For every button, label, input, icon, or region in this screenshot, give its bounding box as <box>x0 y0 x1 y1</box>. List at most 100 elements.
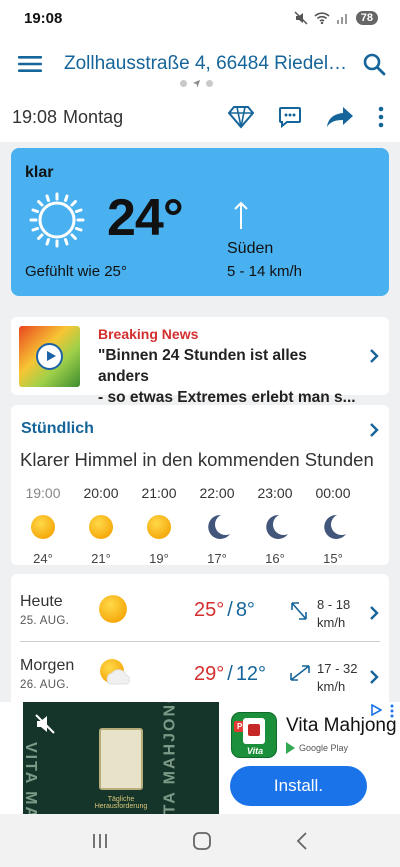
hour-temperature: 17° <box>207 551 227 566</box>
hour-temperature: 16° <box>265 551 285 566</box>
breaking-news-card[interactable]: Breaking News "Binnen 24 Stunden ist all… <box>11 317 389 406</box>
ad-video-side-text: VITA MAHJONG <box>161 702 179 814</box>
moon-icon <box>324 514 346 539</box>
chevron-right-icon[interactable] <box>369 669 379 685</box>
day-date: 26. AUG. <box>20 679 70 691</box>
sun-cloud-icon <box>100 659 130 685</box>
mute-icon[interactable] <box>35 714 57 734</box>
current-condition: klar <box>25 164 54 181</box>
hourly-list: 19:00 24° 20:00 21° 21:00 19° 22:00 17° … <box>11 485 389 566</box>
mute-status-icon <box>294 11 308 25</box>
news-video-thumbnail[interactable] <box>19 326 80 387</box>
hour-item[interactable]: 19:00 24° <box>14 485 72 566</box>
wind-direction: Süden <box>227 240 274 257</box>
moon-icon <box>266 514 288 539</box>
back-icon[interactable] <box>295 831 309 851</box>
hour-item[interactable]: 21:00 19° <box>130 485 188 566</box>
hour-time: 21:00 <box>141 485 177 501</box>
day-name: Morgen <box>20 657 75 674</box>
recent-apps-icon[interactable] <box>91 832 109 850</box>
location-arrow-icon <box>192 79 201 88</box>
page-dot-icon <box>206 80 213 87</box>
mahjong-tile-icon <box>243 718 265 744</box>
ad-app-icon[interactable]: PRO Vita <box>231 712 277 758</box>
hourly-forecast-card[interactable]: Stündlich Klarer Himmel in den kommenden… <box>11 405 389 566</box>
signal-status-icon <box>336 14 347 24</box>
hour-item[interactable]: 00:00 15° <box>304 485 362 566</box>
sun-icon <box>147 515 171 539</box>
hourly-summary: Klarer Himmel in den kommenden Stunden <box>20 449 374 470</box>
location-page-indicator <box>180 79 213 88</box>
ad-app-info[interactable]: PRO Vita Vita Mahjong Google Play Instal… <box>229 702 400 814</box>
daily-row-tomorrow[interactable]: Morgen 26. AUG. 29°/12° 17 - 32 km/h <box>11 652 389 706</box>
adchoices-icon[interactable] <box>370 704 382 716</box>
system-navigation-bar <box>0 814 400 867</box>
moon-icon <box>208 514 230 539</box>
high-temperature: 29° <box>194 663 225 685</box>
ad-app-name[interactable]: Vita Mahjong <box>286 715 400 737</box>
hour-item[interactable]: 23:00 16° <box>246 485 304 566</box>
status-time: 19:08 <box>24 9 63 27</box>
ad-video[interactable]: VITA MAHJONG VITA MAHJONG Tägliche Herau… <box>23 702 219 814</box>
wind-speed: 5 - 14 km/h <box>227 263 303 280</box>
hourly-title[interactable]: Stündlich <box>21 420 94 438</box>
day-temperatures: 25°/8° <box>194 599 255 622</box>
hour-item[interactable]: 22:00 17° <box>188 485 246 566</box>
status-icons: 78 <box>294 11 378 25</box>
wind-direction-arrow-icon <box>290 665 310 681</box>
diamond-icon[interactable] <box>228 105 254 129</box>
home-dot-icon <box>180 80 187 87</box>
install-button[interactable]: Install. <box>230 766 367 806</box>
day-wind-unit: km/h <box>317 679 346 694</box>
sun-icon <box>31 515 55 539</box>
app-bar: Zollhausstraße 4, 66484 Riedelberg <box>0 36 400 92</box>
current-weather-card[interactable]: klar 24° Gefühlt wie 25° Süden 5 - 14 km… <box>11 148 389 296</box>
date-bar: 19:08 Montag <box>0 92 400 142</box>
ad-banner[interactable]: VITA MAHJONG VITA MAHJONG Tägliche Herau… <box>0 702 400 814</box>
sun-outline-icon <box>29 192 85 248</box>
wind-direction-arrow-icon <box>291 602 307 620</box>
daily-row-today[interactable]: Heute 25. AUG. 25°/8° 8 - 18 km/h <box>11 588 389 642</box>
hour-temperature: 21° <box>91 551 111 566</box>
news-text: "Binnen 24 Stunden ist alles anders - so… <box>98 347 356 406</box>
battery-icon: 78 <box>355 11 378 25</box>
day-wind: 8 - 18 km/h <box>317 596 350 632</box>
hour-time: 19:00 <box>25 485 61 501</box>
location-title[interactable]: Zollhausstraße 4, 66484 Riedelberg <box>64 53 350 75</box>
store-name: Google Play <box>299 743 349 753</box>
current-temperature: 24° <box>107 189 184 247</box>
hour-item[interactable]: 20:00 21° <box>72 485 130 566</box>
low-temperature: 12° <box>235 663 267 685</box>
mahjong-tile-icon <box>99 728 143 790</box>
chevron-right-icon[interactable] <box>369 605 379 621</box>
sun-icon <box>99 595 127 623</box>
wind-direction-arrow-icon <box>234 201 248 229</box>
sun-icon <box>89 515 113 539</box>
google-play-icon <box>286 742 295 754</box>
current-datetime: 19:08 Montag <box>12 107 228 128</box>
home-icon[interactable] <box>192 831 212 851</box>
daily-forecast-card: Heute 25. AUG. 25°/8° 8 - 18 km/h Morgen … <box>11 574 389 714</box>
divider <box>20 641 380 642</box>
hamburger-menu-icon[interactable] <box>18 54 42 74</box>
day-wind-speed: 8 - 18 <box>317 597 351 612</box>
hour-temperature: 15° <box>323 551 343 566</box>
temp-separator: / <box>227 663 233 685</box>
search-icon[interactable] <box>362 52 386 76</box>
day-wind-speed: 17 - 32 <box>317 661 358 676</box>
news-headline-label: Breaking News <box>98 326 199 342</box>
hour-time: 23:00 <box>257 485 293 501</box>
share-icon[interactable] <box>326 106 354 128</box>
day-wind: 17 - 32 km/h <box>317 660 357 696</box>
more-options-icon[interactable] <box>390 704 394 718</box>
play-icon[interactable] <box>36 343 63 370</box>
ad-icon-label: Vita <box>246 746 264 756</box>
temp-separator: / <box>227 599 233 621</box>
more-options-icon[interactable] <box>378 106 384 128</box>
high-temperature: 25° <box>194 599 225 621</box>
chat-icon[interactable] <box>278 105 302 129</box>
chevron-right-icon[interactable] <box>369 422 379 438</box>
status-bar: 19:08 78 <box>0 0 400 36</box>
chevron-right-icon[interactable] <box>369 348 379 364</box>
hour-time: 20:00 <box>83 485 119 501</box>
